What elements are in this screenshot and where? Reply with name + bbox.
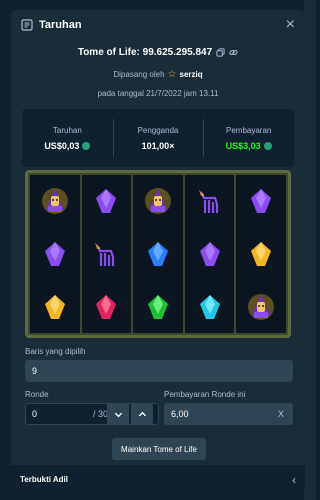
round-payout-value: 6,00	[171, 409, 189, 419]
username-link[interactable]: serziq	[180, 70, 203, 79]
link-icon[interactable]	[229, 48, 238, 57]
pharaoh-icon	[143, 186, 173, 216]
reel-column	[133, 175, 183, 333]
red-gem-icon	[91, 292, 121, 322]
star-icon: ☆	[167, 69, 177, 80]
rounds-decrement-button[interactable]	[107, 403, 129, 425]
purple-gem-icon	[246, 186, 276, 216]
pharaoh-icon	[246, 292, 276, 322]
anubis-icon	[195, 186, 225, 216]
lines-label: Baris yang dipilih	[25, 347, 86, 356]
purple-gem-icon	[40, 239, 70, 269]
stat-bet: Taruhan US$0,03	[22, 109, 113, 167]
blue-gem-icon	[143, 239, 173, 269]
bet-stats-panel: Taruhan US$0,03 Pengganda 101,00× Pembay…	[22, 109, 294, 167]
stat-payout: Pembayaran US$3,03	[203, 109, 294, 167]
chevron-down-icon	[114, 412, 122, 417]
tether-coin-icon	[82, 141, 91, 150]
copy-icon[interactable]	[216, 48, 225, 57]
bet-slip-icon	[21, 19, 33, 31]
chevron-left-icon: ‹	[292, 472, 296, 487]
payout-label: Pembayaran	[226, 125, 272, 135]
bet-detail-modal: Taruhan × Tome of Life: 99.625.295.847 D…	[11, 10, 305, 494]
reel-column	[81, 175, 132, 333]
close-icon[interactable]: ×	[286, 17, 295, 33]
chevron-up-icon	[138, 411, 146, 416]
rounds-max: / 30	[92, 409, 108, 419]
reel-column	[184, 175, 235, 333]
bet-id-text: Tome of Life: 99.625.295.847	[77, 47, 213, 58]
lines-input[interactable]: 9	[25, 360, 293, 382]
round-payout-input[interactable]: 6,00 X	[164, 403, 293, 425]
bet-amount: US$0,03	[44, 140, 80, 151]
rounds-increment-button[interactable]	[131, 403, 153, 425]
provably-fair-label: Terbukti Adil	[20, 475, 68, 484]
lines-value: 9	[32, 366, 38, 376]
yellow-gem-icon	[246, 239, 276, 269]
tether-coin-icon	[263, 141, 272, 150]
placed-by-line: Dipasang oleh ☆ serziq	[11, 69, 305, 80]
cyan-gem-icon	[195, 292, 225, 322]
background-sidebar-right	[304, 0, 316, 500]
placed-by-label: Dipasang oleh	[113, 70, 165, 79]
round-payout-label: Pembayaran Ronde ini	[164, 390, 246, 399]
yellow-gem-icon	[40, 292, 70, 322]
rounds-label: Ronde	[25, 390, 49, 399]
bet-value: US$0,03	[44, 140, 91, 151]
purple-gem-icon	[91, 186, 121, 216]
payout-amount: US$3,03	[225, 140, 261, 151]
slot-reels	[25, 170, 291, 338]
modal-header: Taruhan ×	[11, 10, 305, 40]
payout-value: US$3,03	[226, 141, 272, 151]
provably-fair-footer[interactable]: Terbukti Adil ‹	[11, 465, 305, 494]
play-game-button[interactable]: Mainkan Tome of Life	[112, 438, 206, 460]
purple-gem-icon	[195, 239, 225, 269]
anubis-icon	[91, 239, 121, 269]
bet-date: pada tanggal 21/7/2022 jam 13.11	[97, 89, 219, 98]
bet-label: Taruhan	[52, 125, 82, 135]
pharaoh-icon	[40, 186, 70, 216]
reel-column	[236, 175, 286, 333]
multiplier-label: Pengganda	[137, 125, 179, 135]
stat-multiplier: Pengganda 101,00×	[112, 109, 204, 167]
clear-icon[interactable]: X	[278, 409, 284, 419]
bet-id-line: Tome of Life: 99.625.295.847	[11, 47, 305, 58]
multiplier-value: 101,00×	[141, 140, 175, 151]
reel-column	[30, 175, 80, 333]
rounds-value: 0	[32, 409, 38, 419]
modal-title: Taruhan	[39, 19, 82, 31]
green-gem-icon	[143, 292, 173, 322]
